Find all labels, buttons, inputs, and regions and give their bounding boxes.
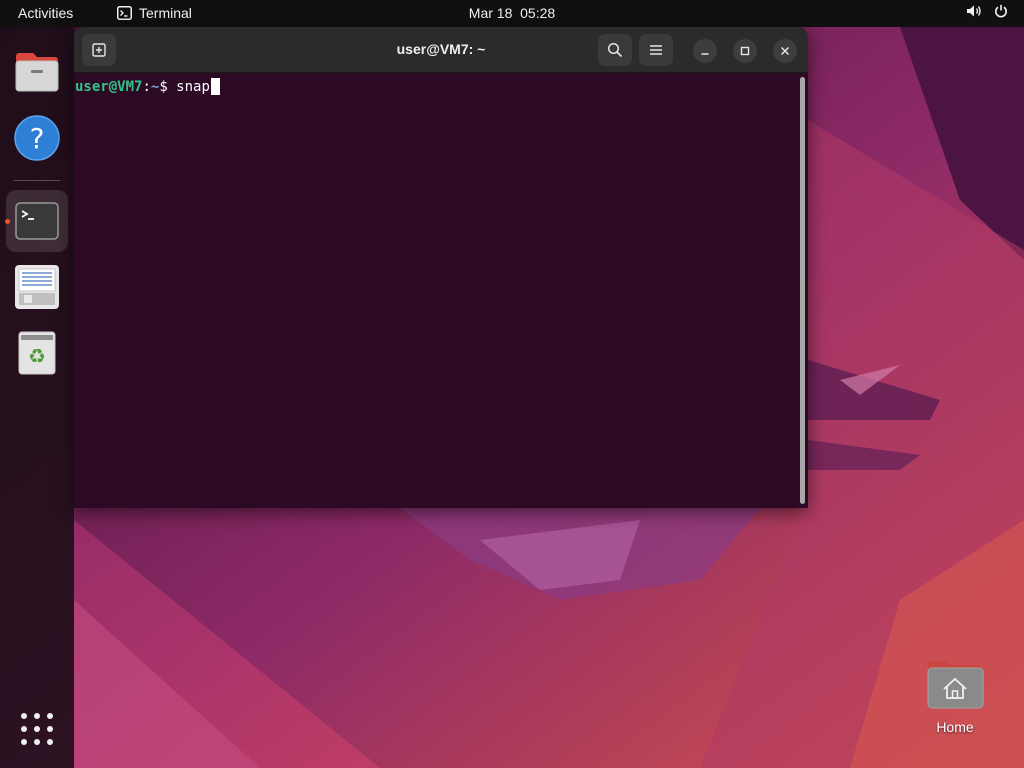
running-indicator: [5, 219, 10, 224]
terminal-small-icon: [117, 6, 132, 20]
search-icon: [607, 42, 623, 58]
dock-item-trash[interactable]: ♻: [6, 322, 68, 384]
scrollbar-thumb[interactable]: [800, 77, 805, 504]
dock-separator: [14, 180, 60, 181]
new-tab-icon: [92, 43, 106, 57]
command-line: user@VM7: ~ $ snap: [75, 78, 220, 95]
trash-icon: ♻: [18, 331, 56, 375]
dock-item-text-editor[interactable]: [6, 256, 68, 318]
hamburger-menu-icon: [650, 45, 662, 55]
desktop-home-folder[interactable]: Home: [922, 652, 988, 742]
close-button[interactable]: [773, 39, 797, 63]
clock[interactable]: Mar 18 05:28: [469, 5, 555, 21]
power-icon[interactable]: [994, 4, 1008, 18]
system-tray[interactable]: [966, 4, 1008, 18]
terminal-output[interactable]: user@VM7: ~ $ snap: [74, 73, 808, 508]
prompt-path: ~: [150, 78, 160, 95]
dock-item-terminal[interactable]: [6, 190, 68, 252]
activities-button[interactable]: Activities: [18, 5, 73, 21]
dock: ? ♻: [0, 27, 74, 768]
app-menu[interactable]: Terminal: [117, 5, 192, 21]
window-title: user@VM7: ~: [396, 41, 486, 57]
prompt-symbol: $: [159, 78, 177, 95]
terminal-icon: [15, 202, 59, 240]
terminal-headerbar[interactable]: user@VM7: ~: [74, 27, 808, 73]
show-apps-button[interactable]: [19, 711, 55, 747]
help-icon: ?: [14, 115, 60, 161]
dock-item-files[interactable]: [6, 41, 68, 103]
typed-command: snap: [176, 78, 210, 95]
top-bar: Activities Terminal Mar 18 05:28: [0, 0, 1024, 27]
show-apps-icon: [21, 713, 53, 745]
volume-icon[interactable]: [966, 4, 982, 18]
prompt-separator: :: [142, 78, 151, 95]
new-tab-button[interactable]: [82, 34, 116, 66]
terminal-window[interactable]: user@VM7: ~ user@VM7: ~ $ snap: [74, 27, 808, 508]
text-editor-icon: [15, 265, 59, 309]
prompt-user: user@VM7: [75, 78, 143, 95]
files-icon: [15, 53, 59, 92]
scrollbar[interactable]: [798, 77, 806, 504]
home-folder-icon: [927, 661, 984, 709]
maximize-icon: [740, 46, 750, 56]
minimize-button[interactable]: [693, 39, 717, 63]
search-button[interactable]: [598, 34, 632, 66]
minimize-icon: [701, 53, 709, 55]
home-folder-label: Home: [936, 719, 974, 735]
text-cursor: [210, 78, 220, 95]
close-icon: [780, 46, 790, 56]
dock-item-help[interactable]: ?: [6, 107, 68, 169]
maximize-button[interactable]: [733, 39, 757, 63]
svg-text:?: ?: [30, 122, 45, 155]
svg-text:♻: ♻: [28, 344, 46, 368]
app-menu-label: Terminal: [139, 5, 192, 21]
menu-button[interactable]: [639, 34, 673, 66]
